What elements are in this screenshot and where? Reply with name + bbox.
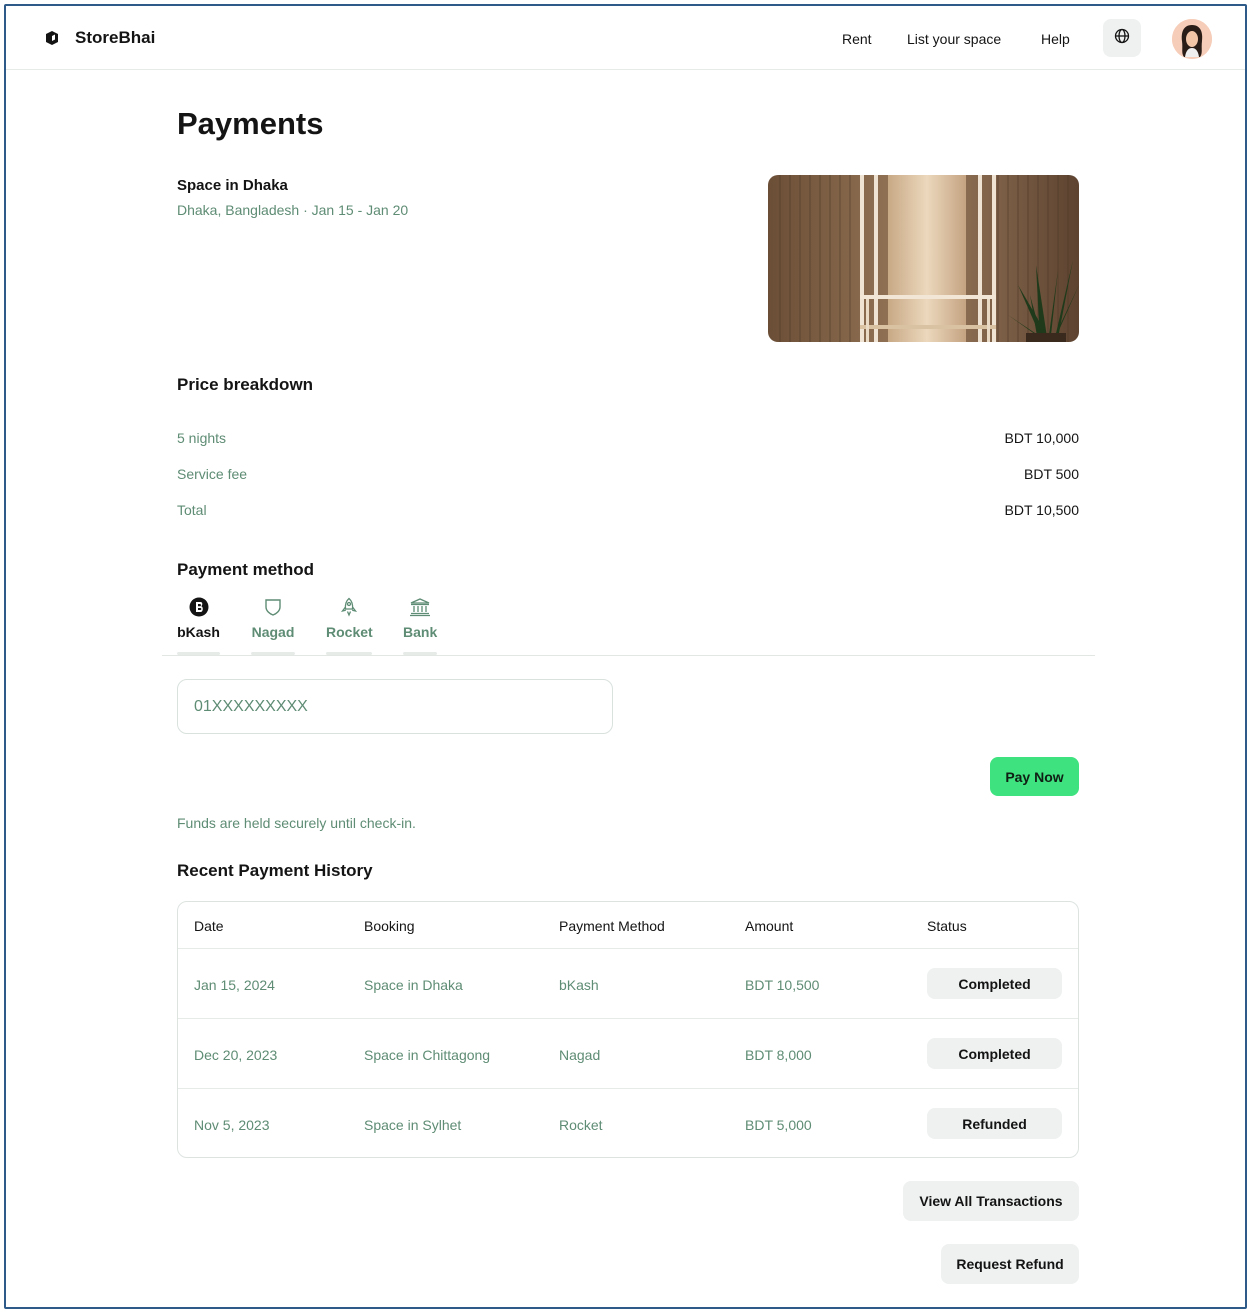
- cell-booking: Space in Sylhet: [364, 1117, 462, 1133]
- cell-date: Nov 5, 2023: [194, 1117, 270, 1133]
- tab-bkash-label: bKash: [177, 624, 220, 640]
- nav-rent-link[interactable]: Rent: [842, 31, 872, 47]
- cell-method: bKash: [559, 977, 599, 993]
- tab-nagad[interactable]: Nagad: [251, 596, 295, 655]
- cell-amount: BDT 5,000: [745, 1117, 812, 1133]
- avatar[interactable]: [1172, 19, 1212, 59]
- listing-photo: [768, 175, 1079, 342]
- payment-method-heading: Payment method: [177, 560, 314, 579]
- globe-icon: [1114, 28, 1130, 49]
- tab-rocket-label: Rocket: [326, 624, 373, 640]
- rocket-icon: [338, 596, 360, 618]
- status-badge: Completed: [927, 968, 1062, 999]
- tab-nagad-label: Nagad: [251, 624, 295, 640]
- table-row[interactable]: Nov 5, 2023 Space in Sylhet Rocket BDT 5…: [178, 1088, 1078, 1157]
- cell-date: Dec 20, 2023: [194, 1047, 278, 1063]
- top-navbar: StoreBhai Rent List your space Help: [6, 6, 1245, 70]
- cell-method: Rocket: [559, 1117, 603, 1133]
- payment-history-table: Date Booking Payment Method Amount Statu…: [177, 901, 1079, 1158]
- price-value-service-fee: BDT 500: [1024, 466, 1079, 482]
- price-label-service-fee: Service fee: [177, 466, 248, 482]
- brand-name: StoreBhai: [75, 28, 156, 47]
- status-badge: Completed: [927, 1038, 1062, 1069]
- view-all-transactions-button[interactable]: View All Transactions: [903, 1181, 1079, 1221]
- cell-amount: BDT 8,000: [745, 1047, 812, 1063]
- tab-rocket[interactable]: Rocket: [326, 596, 373, 655]
- column-header-booking: Booking: [364, 918, 415, 934]
- price-breakdown-heading: Price breakdown: [177, 375, 314, 394]
- column-header-amount: Amount: [745, 918, 794, 934]
- phone-number-input[interactable]: [177, 679, 613, 734]
- status-badge: Refunded: [927, 1108, 1062, 1139]
- tab-bank-label: Bank: [403, 624, 438, 640]
- pay-now-button[interactable]: Pay Now: [990, 757, 1079, 796]
- listing-meta: Dhaka, Bangladesh · Jan 15 - Jan 20: [177, 202, 409, 218]
- nav-help-link[interactable]: Help: [1041, 31, 1070, 47]
- tab-bkash[interactable]: bKash: [177, 596, 220, 655]
- listing-name: Space in Dhaka: [177, 177, 288, 194]
- tabs-divider: [162, 655, 1095, 656]
- shield-icon: [262, 596, 284, 618]
- table-row[interactable]: Jan 15, 2024 Space in Dhaka bKash BDT 10…: [178, 948, 1078, 1018]
- cell-booking: Space in Chittagong: [364, 1047, 491, 1063]
- table-row[interactable]: Dec 20, 2023 Space in Chittagong Nagad B…: [178, 1018, 1078, 1088]
- column-header-date: Date: [194, 918, 224, 934]
- cell-method: Nagad: [559, 1047, 601, 1063]
- nav-list-space-link[interactable]: List your space: [907, 31, 1001, 47]
- cell-booking: Space in Dhaka: [364, 977, 463, 993]
- language-button[interactable]: [1103, 19, 1141, 57]
- column-header-status: Status: [927, 918, 967, 934]
- request-refund-button[interactable]: Request Refund: [941, 1244, 1079, 1284]
- secure-funds-note: Funds are held securely until check-in.: [177, 815, 416, 831]
- cell-amount: BDT 10,500: [745, 977, 820, 993]
- page-title: Payments: [177, 106, 324, 141]
- cube-icon: [44, 30, 60, 46]
- cell-date: Jan 15, 2024: [194, 977, 275, 993]
- brand[interactable]: StoreBhai: [44, 28, 155, 48]
- payment-history-heading: Recent Payment History: [177, 861, 373, 880]
- tab-bank[interactable]: Bank: [403, 596, 437, 655]
- price-label-total: Total: [177, 502, 207, 518]
- price-label-nights: 5 nights: [177, 430, 227, 446]
- bank-icon: [409, 596, 431, 618]
- price-value-total: BDT 10,500: [1004, 502, 1079, 518]
- bkash-icon: [188, 596, 210, 618]
- column-header-payment-method: Payment Method: [559, 918, 665, 934]
- price-value-nights: BDT 10,000: [1004, 430, 1079, 446]
